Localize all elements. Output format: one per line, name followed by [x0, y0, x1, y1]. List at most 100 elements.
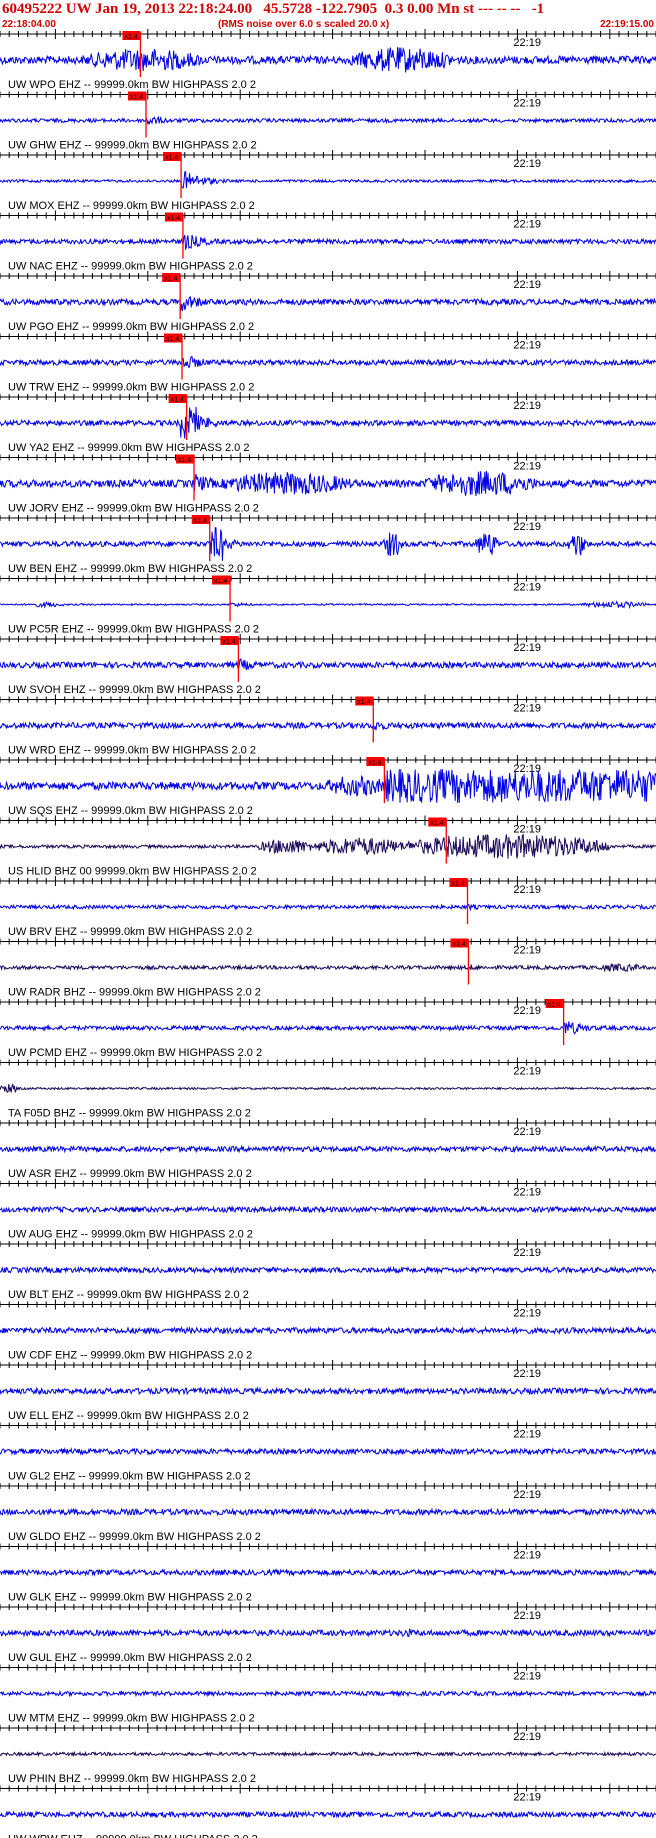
minute-tick-label: 22:19	[513, 158, 541, 170]
minute-tick-label: 22:19	[513, 1066, 541, 1078]
trace-waveform	[0, 1386, 656, 1396]
minute-tick-label: 22:19	[513, 1610, 541, 1622]
pick-label: x1.4	[164, 276, 177, 283]
pick-label: x1.4	[357, 699, 370, 706]
seismogram-plot: 22:19 x1.4 UW WPO EHZ -- 99999.0km BW HIGH…	[0, 29, 656, 1838]
minute-tick-label: 22:19	[513, 1247, 541, 1259]
minute-tick-label: 22:19	[513, 340, 541, 352]
trace-waveform	[0, 46, 656, 73]
pick-label: x1.4	[167, 215, 180, 222]
trace-waveform	[0, 115, 656, 126]
pick-label: x1.4	[222, 639, 235, 646]
pick-label: x1.4	[194, 518, 207, 525]
minute-tick-label: 22:19	[513, 400, 541, 412]
minute-tick-label: 22:19	[513, 279, 541, 291]
minute-tick-label: 22:19	[513, 1308, 541, 1320]
minute-tick-label: 22:19	[513, 98, 541, 110]
pick-label: x1.4	[548, 1002, 561, 1009]
pick-label: x1.4	[214, 578, 227, 585]
station-label: UW PCMD EHZ -- 99999.0km BW HIGHPASS 2.0…	[8, 1047, 262, 1059]
station-label: UW RADR BHZ -- 99999.0km BW HIGHPASS 2.0…	[8, 987, 261, 999]
station-label: UW MOX EHZ -- 99999.0km BW HIGHPASS 2.0 …	[8, 200, 255, 212]
minute-tick-label: 22:19	[513, 642, 541, 654]
station-label: UW GLDO EHZ -- 99999.0km BW HIGHPASS 2.0…	[8, 1531, 261, 1543]
pick-label: x1.4	[368, 760, 381, 767]
trace-waveform	[0, 1628, 656, 1638]
station-label: UW PHIN BHZ -- 99999.0km BW HIGHPASS 2.0…	[8, 1773, 256, 1785]
pick-label: x1.4	[430, 820, 443, 827]
trace-waveform	[0, 1265, 656, 1275]
station-label: UW MTM EHZ -- 99999.0km BW HIGHPASS 2.0 …	[8, 1713, 255, 1725]
trace-waveform	[0, 1447, 656, 1456]
trace-waveform	[0, 1809, 656, 1820]
minute-tick-label: 22:19	[513, 763, 541, 775]
station-label: UW SVOH EHZ -- 99999.0km BW HIGHPASS 2.0…	[8, 684, 261, 696]
minute-tick-label: 22:19	[513, 521, 541, 533]
trace-waveform	[0, 1568, 656, 1577]
pick-label: x1.4	[452, 941, 465, 948]
minute-tick-label: 22:19	[513, 1368, 541, 1380]
minute-tick-label: 22:19	[513, 945, 541, 957]
minute-tick-label: 22:19	[513, 582, 541, 594]
trace-waveform	[0, 296, 656, 311]
station-label: UW PGO EHZ -- 99999.0km BW HIGHPASS 2.0 …	[8, 321, 254, 333]
station-label: UW WRD EHZ -- 99999.0km BW HIGHPASS 2.0 …	[8, 745, 256, 757]
trace-waveform	[0, 658, 656, 671]
pick-label: x1.4	[165, 155, 178, 162]
trace-waveform	[0, 527, 656, 561]
trace-waveform	[0, 171, 656, 190]
station-label: UW CDF EHZ -- 99999.0km BW HIGHPASS 2.0 …	[8, 1350, 252, 1362]
trace-waveform	[0, 768, 656, 803]
minute-tick-label: 22:19	[513, 37, 541, 49]
trace-waveform	[0, 962, 656, 973]
station-label: UW WPO EHZ -- 99999.0km BW HIGHPASS 2.0 …	[8, 79, 256, 91]
minute-tick-label: 22:19	[513, 1126, 541, 1138]
pick-label: x1.4	[124, 34, 137, 41]
trace-waveform	[0, 903, 656, 912]
station-label: UW GUL EHZ -- 99999.0km BW HIGHPASS 2.0 …	[8, 1652, 252, 1664]
station-label: UW GLK EHZ -- 99999.0km BW HIGHPASS 2.0 …	[8, 1592, 252, 1604]
trace-waveform	[0, 234, 656, 251]
trace-waveform	[0, 1325, 656, 1335]
minute-tick-label: 22:19	[513, 703, 541, 715]
trace-waveform	[0, 833, 656, 859]
station-label: UW WPW EHZ -- 99999.0km BW HIGHPASS 2.0 …	[8, 1834, 258, 1838]
trace-waveform	[0, 600, 656, 610]
station-label: UW BLT EHZ -- 99999.0km BW HIGHPASS 2.0 …	[8, 1289, 249, 1301]
minute-tick-label: 22:19	[513, 1489, 541, 1501]
station-label: TA F05D BHZ -- 99999.0km BW HIGHPASS 2.0…	[8, 1108, 251, 1120]
minute-tick-label: 22:19	[513, 1429, 541, 1441]
minute-tick-label: 22:19	[513, 461, 541, 473]
minute-tick-label: 22:19	[513, 824, 541, 836]
trace-waveform	[0, 1750, 656, 1758]
minute-tick-label: 22:19	[513, 1005, 541, 1017]
station-label: UW ELL EHZ -- 99999.0km BW HIGHPASS 2.0 …	[8, 1410, 249, 1422]
station-label: UW NAC EHZ -- 99999.0km BW HIGHPASS 2.0 …	[8, 261, 253, 273]
minute-tick-label: 22:19	[513, 1550, 541, 1562]
pick-label: x1.4	[452, 881, 465, 888]
trace-waveform	[0, 1083, 656, 1094]
minute-tick-label: 22:19	[513, 1671, 541, 1683]
trace-waveform	[0, 720, 656, 731]
minute-tick-label: 22:19	[513, 1792, 541, 1804]
minute-tick-label: 22:19	[513, 1731, 541, 1743]
pick-label: x1.4	[178, 457, 191, 464]
trace-waveform	[0, 1021, 656, 1035]
station-label: UW TRW EHZ -- 99999.0km BW HIGHPASS 2.0 …	[8, 382, 254, 394]
station-label: UW GL2 EHZ -- 99999.0km BW HIGHPASS 2.0 …	[8, 1471, 250, 1483]
pick-label: x1.4	[166, 336, 179, 343]
station-label: UW ASR EHZ -- 99999.0km BW HIGHPASS 2.0 …	[8, 1168, 252, 1180]
minute-tick-label: 22:19	[513, 219, 541, 231]
station-label: UW PC5R EHZ -- 99999.0km BW HIGHPASS 2.0…	[8, 624, 259, 636]
station-label: UW AUG EHZ -- 99999.0km BW HIGHPASS 2.0 …	[8, 1229, 253, 1241]
trace-waveform	[0, 406, 656, 439]
minute-tick-label: 22:19	[513, 1187, 541, 1199]
station-label: UW SQS EHZ -- 99999.0km BW HIGHPASS 2.0 …	[8, 805, 253, 817]
pick-label: x1.4	[130, 94, 143, 101]
station-label: UW JORV EHZ -- 99999.0km BW HIGHPASS 2.0…	[8, 503, 259, 515]
trace-waveform	[0, 355, 656, 369]
trace-waveform	[0, 1144, 656, 1154]
station-label: UW BEN EHZ -- 99999.0km BW HIGHPASS 2.0 …	[8, 563, 252, 575]
station-label: UW YA2 EHZ -- 99999.0km BW HIGHPASS 2.0 …	[8, 442, 249, 454]
station-label: UW GHW EHZ -- 99999.0km BW HIGHPASS 2.0 …	[8, 140, 257, 152]
